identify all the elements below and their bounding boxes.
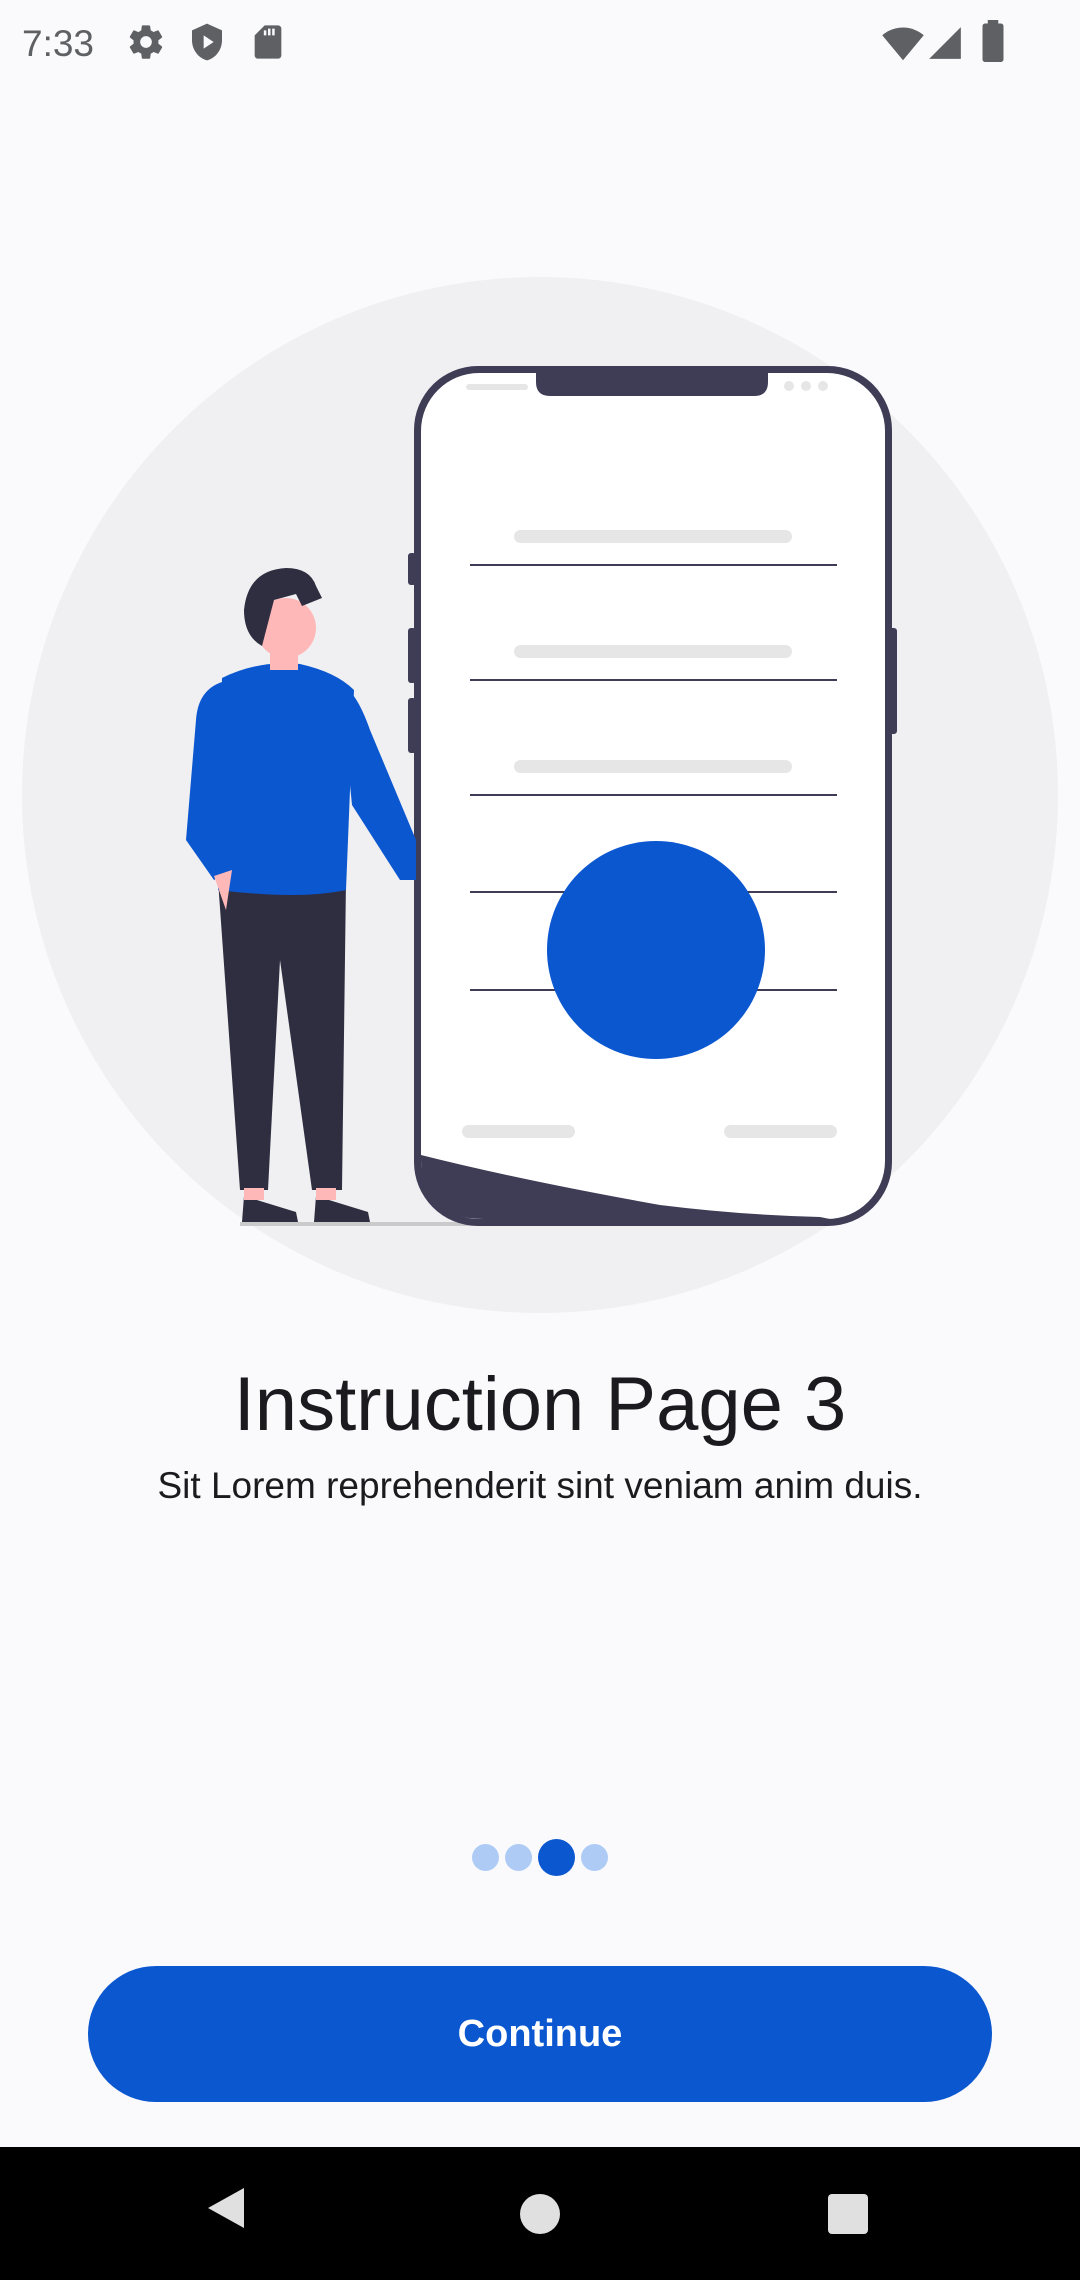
- onboarding-screen: 7:33 Instruction Page 3 Sit Lorem repreh…: [0, 0, 1080, 2280]
- continue-button[interactable]: Continue: [88, 1966, 992, 2102]
- page-dot-4[interactable]: [581, 1843, 608, 1871]
- status-time: 7:33: [22, 23, 95, 64]
- home-icon[interactable]: [518, 2180, 562, 2236]
- page-dot-3-active[interactable]: [538, 1838, 575, 1876]
- gear-icon: [129, 25, 163, 59]
- page-dot-2[interactable]: [505, 1843, 532, 1871]
- onboarding-illustration: [22, 277, 1058, 1313]
- status-bar: 7:33: [0, 0, 1080, 88]
- sd-card-icon: [254, 25, 282, 59]
- signal-icon: [929, 27, 961, 59]
- shield-play-icon: [192, 23, 222, 61]
- battery-icon: [982, 20, 1004, 62]
- page-indicator: [0, 1837, 1080, 1877]
- recents-icon[interactable]: [826, 2180, 870, 2236]
- back-icon[interactable]: [200, 2180, 252, 2236]
- blue-circle-accent: [547, 841, 765, 1059]
- wifi-icon: [882, 27, 924, 61]
- page-subtitle: Sit Lorem reprehenderit sint veniam anim…: [157, 1465, 923, 1506]
- page-title: Instruction Page 3: [233, 1362, 847, 1447]
- phone-mockup: [414, 366, 892, 1226]
- page-dot-1[interactable]: [472, 1843, 499, 1871]
